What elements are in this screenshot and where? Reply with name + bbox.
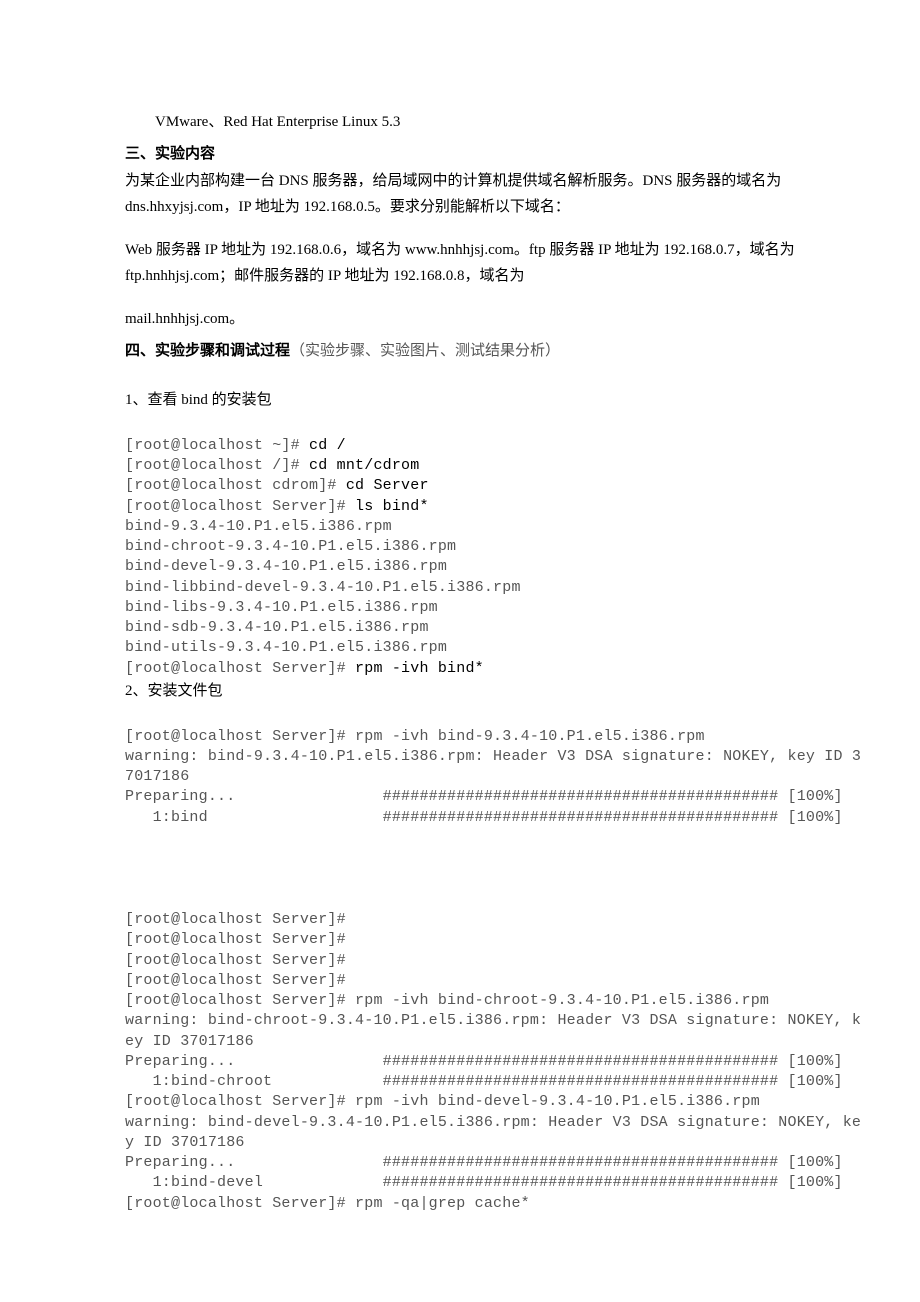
file-listing: bind-libbind-devel-9.3.4-10.P1.el5.i386.… (125, 579, 521, 596)
prompt: [root@localhost ~]# (125, 437, 309, 454)
terminal-block-2b: [root@localhost Server]# [root@localhost… (125, 890, 795, 1214)
prompt: [root@localhost Server]# (125, 660, 355, 677)
file-listing: bind-9.3.4-10.P1.el5.i386.rpm (125, 518, 392, 535)
section-3-paragraph-1: 为某企业内部构建一台 DNS 服务器，给局域网中的计算机提供域名解析服务。DNS… (125, 169, 795, 220)
terminal-block-2a: [root@localhost Server]# rpm -ivh bind-9… (125, 706, 795, 828)
section-4-heading: 四、实验步骤和调试过程（实验步骤、实验图片、测试结果分析） (125, 339, 795, 365)
command: cd mnt/cdrom (309, 457, 419, 474)
prompt: [root@localhost Server]# (125, 952, 346, 969)
command: cd Server (346, 477, 429, 494)
terminal-line: warning: bind-chroot-9.3.4-10.P1.el5.i38… (125, 1012, 861, 1029)
terminal-line: warning: bind-9.3.4-10.P1.el5.i386.rpm: … (125, 748, 861, 765)
prompt: [root@localhost Server]# (125, 498, 355, 515)
document-page: VMware、Red Hat Enterprise Linux 5.3 三、实验… (0, 0, 920, 1294)
section-4-heading-bold: 四、实验步骤和调试过程 (125, 343, 290, 359)
section-3-heading: 三、实验内容 (125, 142, 795, 168)
terminal-block-1: [root@localhost ~]# cd / [root@localhost… (125, 416, 795, 679)
section-3-paragraph-3: mail.hnhhjsj.com。 (125, 307, 795, 333)
file-listing: bind-sdb-9.3.4-10.P1.el5.i386.rpm (125, 619, 429, 636)
terminal-line: 7017186 (125, 768, 189, 785)
terminal-line: ey ID 37017186 (125, 1033, 254, 1050)
file-listing: bind-libs-9.3.4-10.P1.el5.i386.rpm (125, 599, 438, 616)
file-listing: bind-utils-9.3.4-10.P1.el5.i386.rpm (125, 639, 447, 656)
command: ls bind* (355, 498, 429, 515)
command: cd / (309, 437, 346, 454)
prompt: [root@localhost Server]# (125, 931, 346, 948)
terminal-line: Preparing... ###########################… (125, 788, 843, 805)
step-2-title: 2、安装文件包 (125, 679, 795, 705)
environment-line: VMware、Red Hat Enterprise Linux 5.3 (125, 110, 795, 136)
terminal-line: [root@localhost Server]# rpm -ivh bind-c… (125, 992, 769, 1009)
terminal-line: 1:bind #################################… (125, 809, 843, 826)
prompt: [root@localhost cdrom]# (125, 477, 346, 494)
terminal-line: Preparing... ###########################… (125, 1154, 843, 1171)
step-1-title: 1、查看 bind 的安装包 (125, 388, 795, 414)
terminal-line: 1:bind-chroot ##########################… (125, 1073, 843, 1090)
terminal-line: warning: bind-devel-9.3.4-10.P1.el5.i386… (125, 1114, 861, 1131)
file-listing: bind-chroot-9.3.4-10.P1.el5.i386.rpm (125, 538, 456, 555)
terminal-line: [root@localhost Server]# rpm -ivh bind-d… (125, 1093, 760, 1110)
file-listing: bind-devel-9.3.4-10.P1.el5.i386.rpm (125, 558, 447, 575)
terminal-line: 1:bind-devel ###########################… (125, 1174, 843, 1191)
prompt: [root@localhost Server]# (125, 911, 346, 928)
prompt: [root@localhost Server]# (125, 972, 346, 989)
section-3-paragraph-2: Web 服务器 IP 地址为 192.168.0.6，域名为 www.hnhhj… (125, 238, 795, 289)
command: rpm -ivh bind* (355, 660, 484, 677)
terminal-line: [root@localhost Server]# rpm -ivh bind-9… (125, 728, 705, 745)
terminal-line: y ID 37017186 (125, 1134, 245, 1151)
section-4-heading-note: （实验步骤、实验图片、测试结果分析） (290, 343, 560, 359)
prompt: [root@localhost /]# (125, 457, 309, 474)
terminal-line: Preparing... ###########################… (125, 1053, 843, 1070)
terminal-line: [root@localhost Server]# rpm -qa|grep ca… (125, 1195, 530, 1212)
